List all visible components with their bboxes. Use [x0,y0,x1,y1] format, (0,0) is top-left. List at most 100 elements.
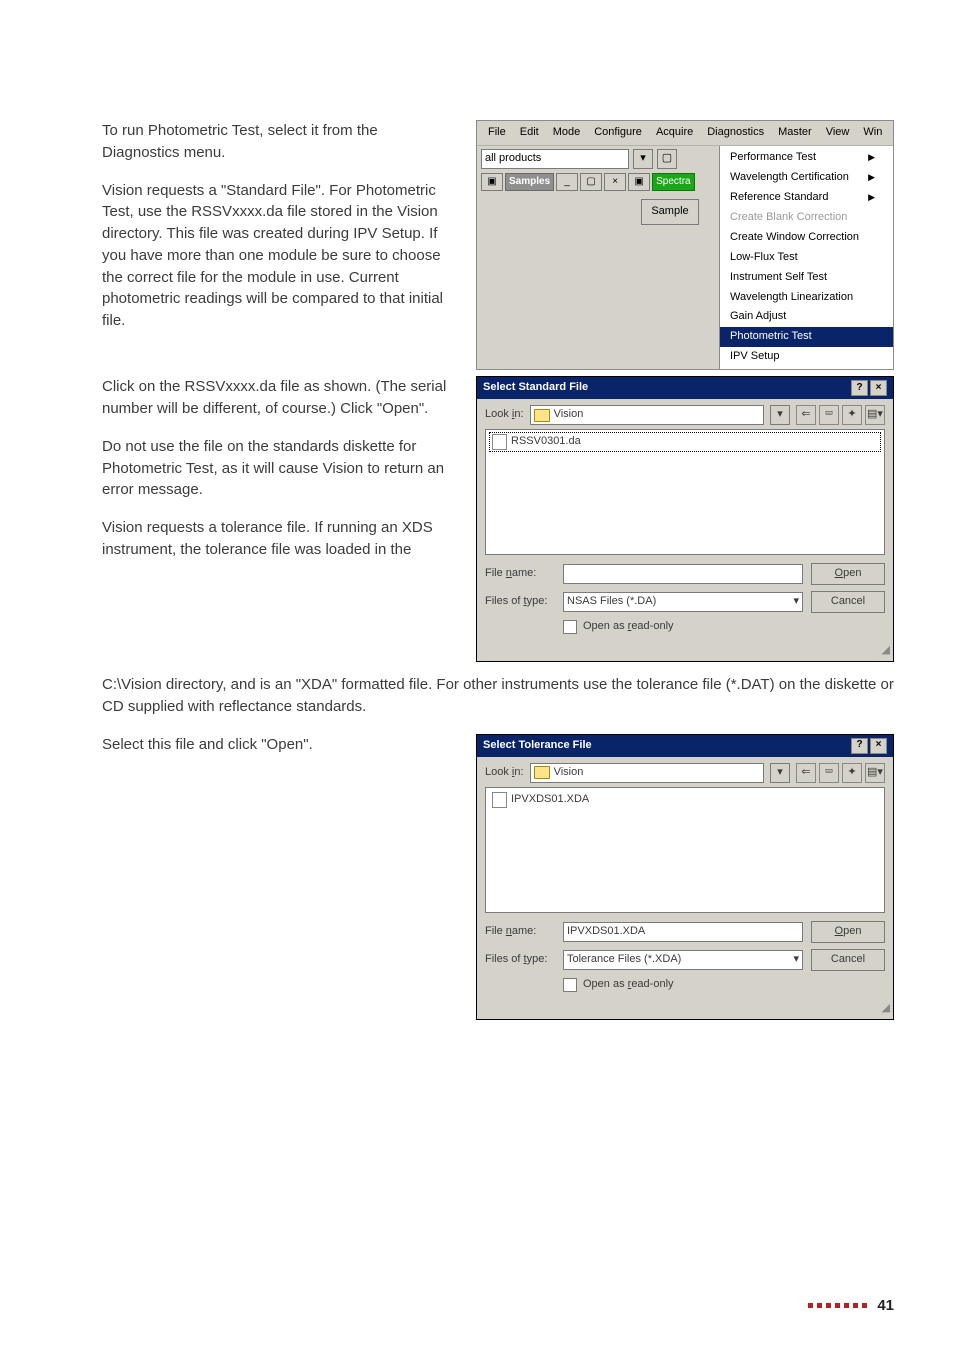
child-window-spectra[interactable]: Spectra [652,173,694,191]
submenu-arrow-icon: ▶ [858,151,875,164]
lookin-value: Vision [554,765,584,781]
file-icon [492,792,507,808]
dd-low-flux-test[interactable]: Low-Flux Test [720,248,893,268]
open-button[interactable]: Open [811,563,885,585]
paragraph: Click on the RSSVxxxx.da file as shown. … [102,376,456,420]
new-icon[interactable]: ▢ [657,149,677,169]
close-icon[interactable]: × [604,173,626,191]
open-button[interactable]: Open [811,921,885,943]
readonly-checkbox[interactable] [563,978,577,992]
dialog-title: Select Tolerance File [483,738,592,754]
file-item[interactable]: RSSV0301.da [490,433,880,451]
menu-acquire[interactable]: Acquire [649,123,700,143]
filetype-label: Files of type: [485,952,555,968]
menu-mode[interactable]: Mode [546,123,588,143]
help-icon[interactable]: ? [851,738,868,754]
dd-gain-adjust[interactable]: Gain Adjust [720,307,893,327]
filetype-label: Files of type: [485,594,555,610]
up-one-level-icon[interactable]: ⮹ [819,405,839,425]
menu-edit[interactable]: Edit [513,123,546,143]
dd-wavelength-certification[interactable]: Wavelength Certification ▶ [720,168,893,188]
chevron-down-icon[interactable]: ▾ [793,594,799,610]
page-number: 41 [877,1297,894,1314]
views-icon[interactable]: ▤▾ [865,763,885,783]
file-list[interactable]: IPVXDS01.XDA [485,787,885,913]
filename-input[interactable] [563,564,803,584]
filetype-combo[interactable]: Tolerance Files (*.XDA) ▾ [563,950,803,970]
maximize-icon[interactable]: ▢ [580,173,602,191]
diagnostics-dropdown: Performance Test ▶ Wavelength Certificat… [719,146,893,369]
menu-diagnostics[interactable]: Diagnostics [700,123,771,143]
up-one-level-icon[interactable]: ⮹ [819,763,839,783]
dd-label: Wavelength Certification [730,170,849,186]
file-list[interactable]: RSSV0301.da [485,429,885,555]
lookin-combo[interactable]: Vision [530,405,764,425]
menu-master[interactable]: Master [771,123,819,143]
paragraph: Vision requests a tolerance file. If run… [102,517,456,561]
folder-icon [534,409,550,422]
figure-menu-diagnostics: File Edit Mode Configure Acquire Diagnos… [476,120,894,370]
dd-label: Reference Standard [730,190,828,206]
submenu-arrow-icon: ▶ [858,191,875,204]
lookin-combo[interactable]: Vision [530,763,764,783]
lookin-value: Vision [554,407,584,423]
cancel-button[interactable]: Cancel [811,591,885,613]
dd-reference-standard[interactable]: Reference Standard ▶ [720,188,893,208]
minimize-icon[interactable]: _ [556,173,578,191]
close-icon[interactable]: × [870,738,887,754]
figure-select-standard-file: Select Standard File ? × Look in: Vision… [476,376,894,662]
dd-ipv-setup[interactable]: IPV Setup [720,347,893,367]
filetype-value: NSAS Files (*.DA) [567,594,656,610]
filetype-combo[interactable]: NSAS Files (*.DA) ▾ [563,592,803,612]
menu-file[interactable]: File [481,123,513,143]
dd-label: Photometric Test [730,329,812,345]
dd-label: Performance Test [730,150,816,166]
back-icon[interactable]: ⇐ [796,763,816,783]
dd-label: Instrument Self Test [730,270,827,286]
resize-grip-icon[interactable]: ◢ [477,643,893,661]
child-window-icon[interactable]: ▣ [481,173,503,191]
new-folder-icon[interactable]: ✦ [842,405,862,425]
back-icon[interactable]: ⇐ [796,405,816,425]
readonly-label: Open as read-only [583,977,674,993]
resize-grip-icon[interactable]: ◢ [477,1001,893,1019]
product-combo[interactable]: all products [481,149,629,169]
file-item[interactable]: IPVXDS01.XDA [490,791,880,809]
cancel-button[interactable]: Cancel [811,949,885,971]
paragraph: C:\Vision directory, and is an "XDA" for… [102,674,894,718]
child-window-icon[interactable]: ▣ [628,173,650,191]
child-window-title: Samples [505,173,554,191]
filename-input[interactable]: IPVXDS01.XDA [563,922,803,942]
help-icon[interactable]: ? [851,380,868,396]
close-icon[interactable]: × [870,380,887,396]
dd-wavelength-linearization[interactable]: Wavelength Linearization [720,288,893,308]
menu-window[interactable]: Win [856,123,889,143]
views-icon[interactable]: ▤▾ [865,405,885,425]
dd-create-blank-correction: Create Blank Correction [720,208,893,228]
sample-button[interactable]: Sample [641,199,699,225]
dd-photometric-test[interactable]: Photometric Test [720,327,893,347]
menubar: File Edit Mode Configure Acquire Diagnos… [477,121,893,146]
menu-configure[interactable]: Configure [587,123,649,143]
chevron-down-icon[interactable]: ▾ [770,763,790,783]
dd-performance-test[interactable]: Performance Test ▶ [720,148,893,168]
footer-dots-icon [808,1303,867,1308]
chevron-down-icon[interactable]: ▾ [770,405,790,425]
lookin-label: Look in: [485,765,524,781]
paragraph: To run Photometric Test, select it from … [102,120,456,164]
submenu-arrow-icon: ▶ [858,171,875,184]
figure-select-tolerance-file: Select Tolerance File ? × Look in: Visio… [476,734,894,1020]
new-folder-icon[interactable]: ✦ [842,763,862,783]
file-name: IPVXDS01.XDA [511,792,589,808]
menu-view[interactable]: View [819,123,857,143]
dd-label: Create Blank Correction [730,210,847,226]
file-icon [492,434,507,450]
filename-label: File name: [485,566,555,582]
readonly-checkbox[interactable] [563,620,577,634]
chevron-down-icon[interactable]: ▾ [793,952,799,968]
lookin-label: Look in: [485,407,524,423]
chevron-down-icon[interactable]: ▾ [633,149,653,169]
dd-create-window-correction[interactable]: Create Window Correction [720,228,893,248]
file-name: RSSV0301.da [511,434,581,450]
dd-instrument-self-test[interactable]: Instrument Self Test [720,268,893,288]
